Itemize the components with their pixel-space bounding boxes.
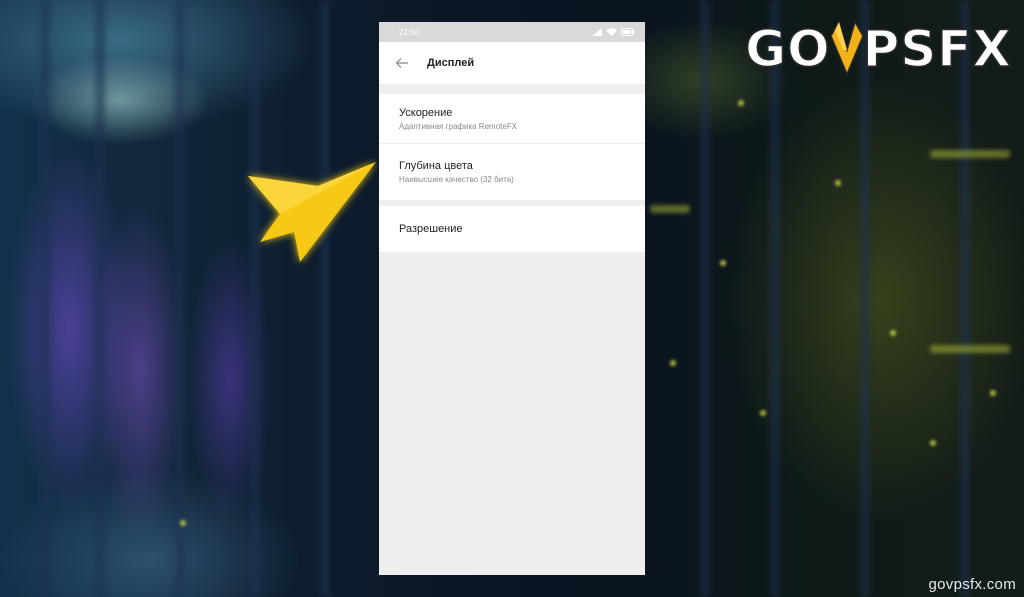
setting-label: Ускорение: [399, 106, 453, 119]
pointer-arrow-icon: [248, 162, 376, 262]
phone-screen: 21:50 Дисплей Ускорение Адаптивная графи…: [379, 22, 645, 575]
setting-resolution[interactable]: Разрешение: [379, 206, 645, 252]
watermark: govpsfx.com: [928, 576, 1016, 593]
battery-icon: [621, 28, 635, 36]
setting-value: Наивысшее качество (32 бита): [399, 175, 514, 184]
back-button[interactable]: [391, 52, 413, 74]
setting-value: Адаптивная графика RemoteFX: [399, 121, 518, 131]
setting-acceleration[interactable]: Ускорение Адаптивная графика RemoteFX: [379, 94, 645, 144]
logo-text-right: PSFX: [862, 19, 1012, 79]
setting-label: Глубина цвета: [399, 160, 473, 172]
setting-color-depth[interactable]: Глубина цвета Наивысшее качество (32 бит…: [379, 144, 645, 200]
setting-label: Разрешение: [399, 223, 463, 235]
status-icons: [592, 28, 635, 36]
page-title: Дисплей: [427, 57, 475, 69]
app-bar: Дисплей: [379, 42, 645, 84]
status-time: 21:50: [399, 27, 420, 37]
back-arrow-icon: [395, 58, 408, 68]
signal-icon: [592, 28, 602, 36]
govpsfx-logo: GO PSFX: [744, 19, 1012, 79]
wifi-icon: [606, 28, 617, 36]
logo-v-mark: [829, 20, 865, 78]
logo-text-left: GO: [744, 19, 831, 79]
status-bar: 21:50: [379, 22, 645, 42]
